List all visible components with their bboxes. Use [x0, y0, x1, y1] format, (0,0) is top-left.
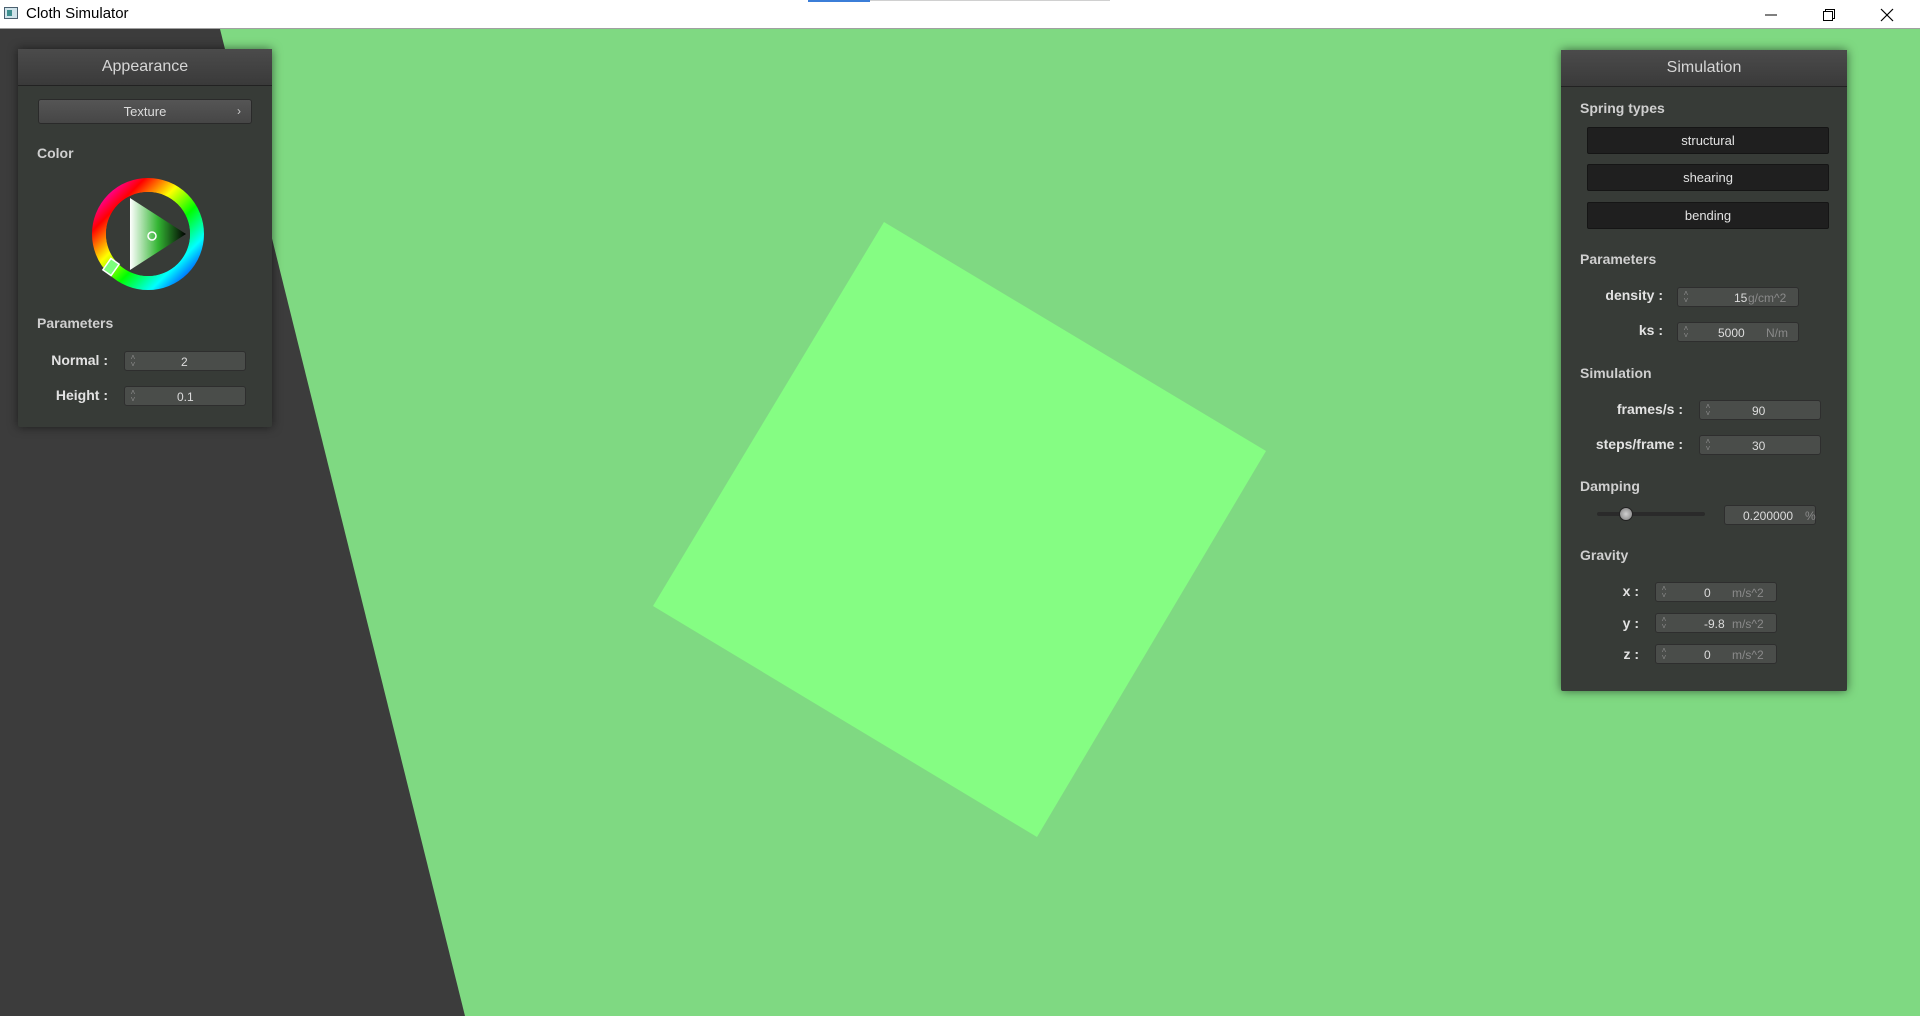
minimize-button[interactable] — [1742, 0, 1800, 29]
normal-input[interactable]: ˄ ˅ 2 — [124, 351, 246, 371]
damping-input[interactable]: 0.200000 % — [1724, 505, 1816, 525]
gravity-y-value: -9.8 — [1704, 617, 1725, 631]
shearing-button[interactable]: shearing — [1587, 164, 1829, 191]
slider-handle[interactable] — [1619, 507, 1633, 521]
gravity-x-label: x : — [1622, 583, 1639, 599]
app-icon — [4, 7, 18, 19]
minimize-icon — [1765, 14, 1777, 15]
titlebar-divider — [870, 0, 1110, 1]
height-input[interactable]: ˄ ˅ 0.1 — [124, 386, 246, 406]
gravity-z-value: 0 — [1704, 648, 1711, 662]
ks-unit: N/m — [1766, 326, 1788, 340]
texture-button-label: Texture — [123, 104, 167, 119]
gravity-z-input[interactable]: ˄ ˅ 0 m/s^2 — [1655, 644, 1777, 664]
spinner-icon[interactable]: ˄ ˅ — [1704, 403, 1712, 418]
spinner-icon[interactable]: ˄ ˅ — [129, 354, 137, 369]
chevron-right-icon: › — [237, 104, 241, 118]
gravity-x-value: 0 — [1704, 586, 1711, 600]
gravity-y-label: y : — [1622, 615, 1639, 631]
spinner-icon[interactable]: ˄ ˅ — [1704, 438, 1712, 453]
structural-button[interactable]: structural — [1587, 127, 1829, 154]
title-bar: Cloth Simulator — [0, 0, 1920, 29]
close-icon — [1880, 8, 1894, 21]
fps-input[interactable]: ˄ ˅ 90 — [1699, 400, 1821, 420]
texture-button[interactable]: Texture › — [38, 99, 252, 124]
color-wheel[interactable] — [90, 176, 206, 292]
sim-parameters-title: Parameters — [1580, 251, 1657, 267]
window-title: Cloth Simulator — [26, 5, 129, 22]
appearance-panel: Appearance Texture › Color Parameters No… — [18, 49, 272, 427]
gravity-y-unit: m/s^2 — [1732, 617, 1764, 631]
steps-input[interactable]: ˄ ˅ 30 — [1699, 435, 1821, 455]
spinner-icon[interactable]: ˄ ˅ — [1682, 325, 1690, 340]
density-value: 15 — [1734, 291, 1748, 305]
slider-track — [1597, 512, 1705, 516]
restore-icon — [1823, 8, 1835, 21]
spinner-icon[interactable]: ˄ ˅ — [1660, 647, 1668, 662]
steps-label: steps/frame : — [1595, 436, 1683, 452]
ks-label: ks : — [1638, 322, 1663, 338]
damping-title: Damping — [1580, 478, 1640, 494]
fps-value: 90 — [1752, 404, 1766, 418]
gravity-x-input[interactable]: ˄ ˅ 0 m/s^2 — [1655, 582, 1777, 602]
spinner-icon[interactable]: ˄ ˅ — [129, 389, 137, 404]
damping-unit: % — [1805, 509, 1816, 523]
ks-value: 5000 — [1718, 326, 1745, 340]
density-input[interactable]: ˄ ˅ 15 g/cm^2 — [1677, 287, 1799, 307]
spinner-icon[interactable]: ˄ ˅ — [1660, 585, 1668, 600]
normal-label: Normal : — [51, 352, 108, 368]
gravity-title: Gravity — [1580, 547, 1629, 563]
damping-value: 0.200000 — [1743, 509, 1794, 523]
appearance-parameters-title: Parameters — [37, 315, 114, 331]
simulation-panel: Simulation Spring types structural shear… — [1561, 50, 1847, 691]
spinner-icon[interactable]: ˄ ˅ — [1660, 616, 1668, 631]
damping-slider[interactable] — [1597, 506, 1705, 522]
ks-input[interactable]: ˄ ˅ 5000 N/m — [1677, 322, 1799, 342]
density-unit: g/cm^2 — [1748, 291, 1787, 305]
simulation-panel-title: Simulation — [1561, 50, 1847, 87]
color-section-title: Color — [37, 145, 74, 161]
gravity-z-label: z : — [1623, 646, 1639, 662]
fps-label: frames/s : — [1616, 401, 1683, 417]
appearance-panel-title: Appearance — [18, 49, 272, 86]
density-label: density : — [1605, 287, 1663, 303]
titlebar-accent — [808, 0, 870, 2]
bending-button[interactable]: bending — [1587, 202, 1829, 229]
gravity-y-input[interactable]: ˄ ˅ -9.8 m/s^2 — [1655, 613, 1777, 633]
gravity-x-unit: m/s^2 — [1732, 586, 1764, 600]
gravity-z-unit: m/s^2 — [1732, 648, 1764, 662]
close-button[interactable] — [1858, 0, 1916, 29]
steps-value: 30 — [1752, 439, 1766, 453]
simulation-section-title: Simulation — [1580, 365, 1652, 381]
height-value: 0.1 — [177, 390, 194, 404]
normal-value: 2 — [181, 355, 188, 369]
spinner-icon[interactable]: ˄ ˅ — [1682, 290, 1690, 305]
height-label: Height : — [55, 387, 108, 403]
spring-types-title: Spring types — [1580, 100, 1665, 116]
restore-button[interactable] — [1800, 0, 1858, 29]
